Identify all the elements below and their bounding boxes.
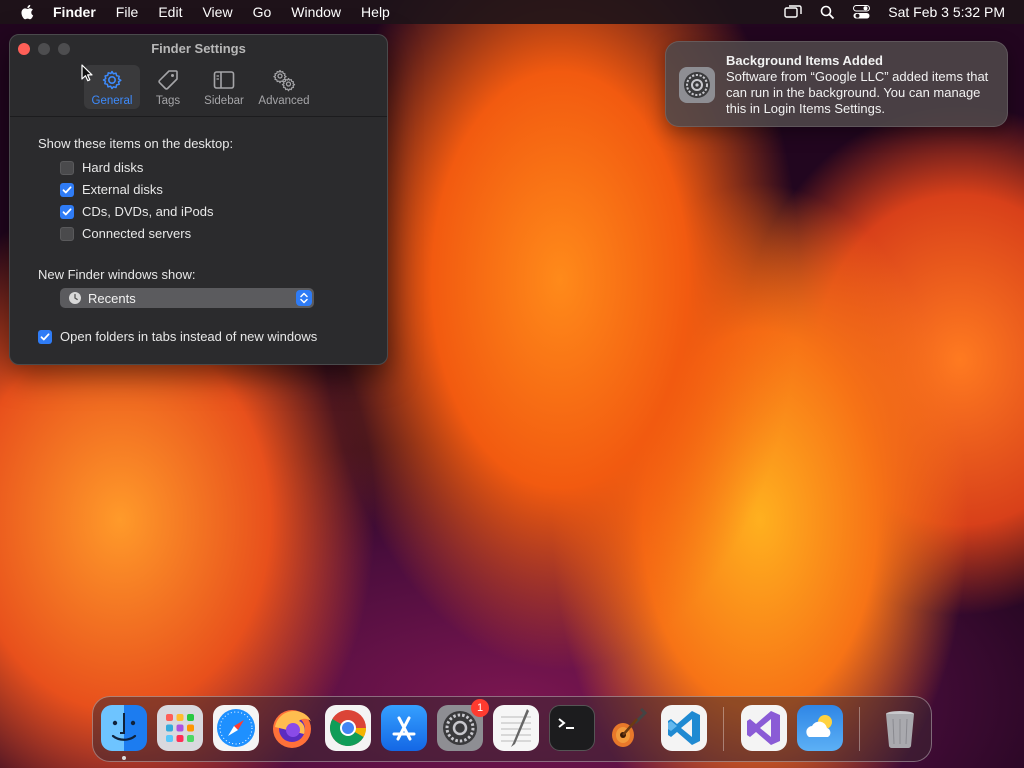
dock-separator <box>723 707 724 751</box>
window-toolbar: Finder Settings General Tags Sidebar Adv… <box>10 35 387 117</box>
hard-disks-checkbox-row[interactable]: Hard disks <box>60 160 143 175</box>
tab-tags[interactable]: Tags <box>140 65 196 109</box>
desktop-items-heading: Show these items on the desktop: <box>38 136 234 151</box>
sidebar-icon <box>213 71 235 89</box>
spotlight-search-icon[interactable] <box>820 5 835 20</box>
checkmark-icon <box>62 185 72 193</box>
new-window-heading: New Finder windows show: <box>38 267 196 282</box>
menu-view[interactable]: View <box>202 4 232 20</box>
connected-servers-label: Connected servers <box>82 226 192 241</box>
notification-title: Background Items Added <box>726 53 883 68</box>
finder-running-indicator <box>122 756 126 760</box>
terminal-icon[interactable] <box>549 705 595 751</box>
trash-icon[interactable] <box>877 705 923 751</box>
tab-advanced-label: Advanced <box>258 95 310 107</box>
open-in-tabs-checkbox-row[interactable]: Open folders in tabs instead of new wind… <box>38 329 317 344</box>
cds-dvds-checkbox-row[interactable]: CDs, DVDs, and iPods <box>60 204 214 219</box>
tab-advanced[interactable]: Advanced <box>252 65 316 109</box>
menu-file[interactable]: File <box>116 4 139 20</box>
gears-icon <box>273 69 296 92</box>
menu-bar-clock[interactable]: Sat Feb 3 5:32 PM <box>888 4 1005 20</box>
menu-help[interactable]: Help <box>361 4 390 20</box>
notification-badge: 1 <box>471 699 489 717</box>
tab-general-label: General <box>91 95 133 107</box>
screen-mirroring-icon[interactable] <box>784 5 802 19</box>
chrome-icon[interactable] <box>325 705 371 751</box>
visual-studio-icon[interactable] <box>741 705 787 751</box>
new-window-popup-value: Recents <box>88 290 136 306</box>
external-disks-checkbox[interactable] <box>60 182 74 197</box>
open-in-tabs-checkbox[interactable] <box>38 329 52 344</box>
tab-sidebar[interactable]: Sidebar <box>196 65 252 109</box>
menu-go[interactable]: Go <box>253 4 272 20</box>
control-center-icon[interactable] <box>853 5 871 19</box>
menu-bar: Finder File Edit View Go Window Help Sat… <box>0 0 1024 24</box>
menu-edit[interactable]: Edit <box>158 4 182 20</box>
safari-icon[interactable] <box>213 705 259 751</box>
dock-separator-trash <box>859 707 860 751</box>
finder-settings-window: Finder Settings General Tags Sidebar Adv… <box>9 34 388 365</box>
hard-disks-label: Hard disks <box>82 160 144 175</box>
notification-body: Software from “Google LLC” added items t… <box>726 69 989 116</box>
system-settings-icon <box>679 67 715 103</box>
apple-menu-icon[interactable] <box>19 3 37 21</box>
connected-servers-checkbox-row[interactable]: Connected servers <box>60 226 191 241</box>
tab-tags-label: Tags <box>155 95 181 107</box>
finder-icon[interactable] <box>101 705 147 751</box>
connected-servers-checkbox[interactable] <box>60 226 74 241</box>
dock: 1 <box>92 696 932 762</box>
cds-dvds-label: CDs, DVDs, and iPods <box>82 204 214 219</box>
tab-sidebar-label: Sidebar <box>204 95 244 107</box>
launchpad-icon[interactable] <box>157 705 203 751</box>
settings-tabs: General Tags Sidebar Advanced <box>84 65 316 109</box>
external-disks-label: External disks <box>82 182 163 197</box>
clock-icon <box>69 292 81 304</box>
firefox-icon[interactable] <box>269 705 315 751</box>
tag-icon <box>158 70 178 90</box>
background-items-notification[interactable]: Background Items Added Software from “Go… <box>665 41 1008 127</box>
vscode-icon[interactable] <box>661 705 707 751</box>
checkmark-icon <box>40 332 50 340</box>
open-in-tabs-label: Open folders in tabs instead of new wind… <box>60 329 318 344</box>
menu-window[interactable]: Window <box>291 4 341 20</box>
mouse-cursor-icon <box>81 64 93 82</box>
app-store-icon[interactable] <box>381 705 427 751</box>
menu-finder[interactable]: Finder <box>53 4 96 20</box>
system-settings-dock-icon[interactable]: 1 <box>437 699 489 751</box>
textedit-icon[interactable] <box>493 705 539 751</box>
cds-dvds-checkbox[interactable] <box>60 204 74 219</box>
new-window-popup[interactable]: Recents <box>60 288 314 308</box>
weather-icon[interactable] <box>797 705 843 751</box>
window-title: Finder Settings <box>151 41 246 56</box>
checkmark-icon <box>62 207 72 215</box>
external-disks-checkbox-row[interactable]: External disks <box>60 182 163 197</box>
popup-chevron-icon <box>296 290 312 306</box>
garageband-icon[interactable] <box>605 705 651 751</box>
gear-icon <box>102 70 122 90</box>
hard-disks-checkbox[interactable] <box>60 160 74 175</box>
